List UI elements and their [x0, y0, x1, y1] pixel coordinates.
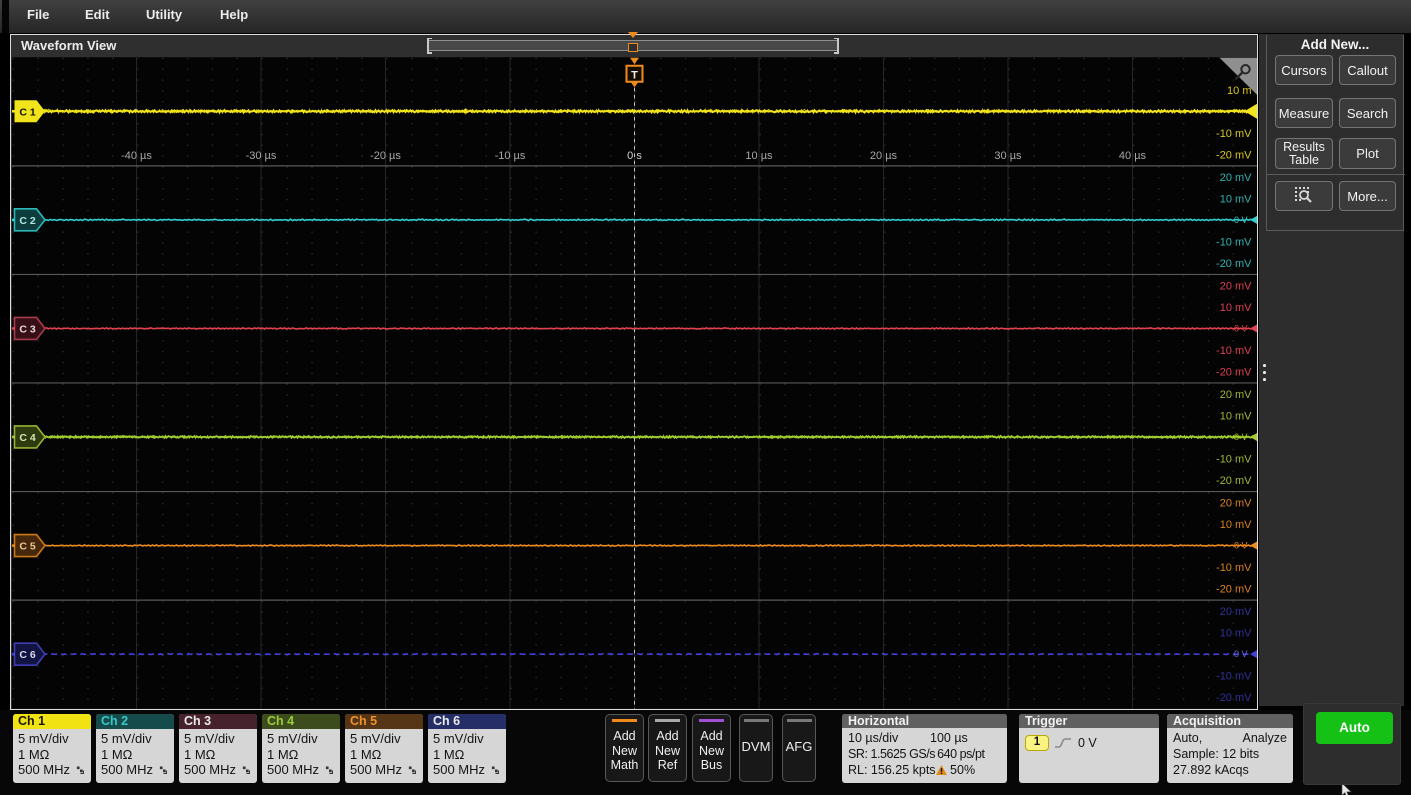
svg-text:-20 mV: -20 mV: [1216, 257, 1252, 269]
svg-text:0 V: 0 V: [1233, 214, 1247, 224]
svg-text:C 5: C 5: [19, 540, 36, 552]
svg-text:20 µs: 20 µs: [869, 149, 897, 161]
svg-text:-10 mV: -10 mV: [1216, 344, 1252, 356]
svg-text:20 mV: 20 mV: [1219, 171, 1251, 183]
svg-text:-20 mV: -20 mV: [1216, 692, 1252, 704]
svg-text:C 4: C 4: [19, 431, 36, 443]
svg-text:20 mV: 20 mV: [1219, 388, 1251, 400]
svg-text:-10 µs: -10 µs: [494, 149, 525, 161]
svg-text:-10 mV: -10 mV: [1216, 453, 1252, 465]
svg-text:0 V: 0 V: [1233, 649, 1247, 659]
svg-text:C 6: C 6: [19, 649, 36, 661]
svg-text:-10 mV: -10 mV: [1216, 236, 1252, 248]
svg-text:-10 mV: -10 mV: [1216, 562, 1252, 574]
svg-text:0 V: 0 V: [1233, 540, 1247, 550]
svg-text:T: T: [631, 69, 638, 81]
svg-text:10 mV: 10 mV: [1219, 301, 1251, 313]
svg-text:40 µs: 40 µs: [1118, 149, 1146, 161]
svg-text:-20 µs: -20 µs: [370, 149, 401, 161]
svg-text:-40 µs: -40 µs: [121, 149, 152, 161]
svg-text:C 2: C 2: [19, 214, 36, 226]
svg-text:10 m: 10 m: [1227, 84, 1251, 96]
svg-text:10 mV: 10 mV: [1219, 410, 1251, 422]
svg-text:0 V: 0 V: [1233, 431, 1247, 441]
svg-text:-20 mV: -20 mV: [1216, 366, 1252, 378]
svg-text:-20 mV: -20 mV: [1216, 149, 1252, 161]
svg-text:10 mV: 10 mV: [1219, 193, 1251, 205]
svg-text:20 mV: 20 mV: [1219, 606, 1251, 618]
svg-text:20 mV: 20 mV: [1219, 497, 1251, 509]
svg-text:-30 µs: -30 µs: [245, 149, 276, 161]
svg-text:-10 mV: -10 mV: [1216, 670, 1252, 682]
svg-text:C 1: C 1: [19, 106, 36, 118]
svg-text:-10 mV: -10 mV: [1216, 127, 1252, 139]
svg-text:30 µs: 30 µs: [994, 149, 1022, 161]
svg-text:0 V: 0 V: [1233, 323, 1247, 333]
svg-text:-20 mV: -20 mV: [1216, 474, 1252, 486]
svg-text:C 3: C 3: [19, 323, 36, 335]
svg-text:10 mV: 10 mV: [1219, 519, 1251, 531]
svg-text:10 mV: 10 mV: [1219, 627, 1251, 639]
svg-text:10 µs: 10 µs: [745, 149, 773, 161]
svg-text:-20 mV: -20 mV: [1216, 583, 1252, 595]
svg-text:20 mV: 20 mV: [1219, 280, 1251, 292]
